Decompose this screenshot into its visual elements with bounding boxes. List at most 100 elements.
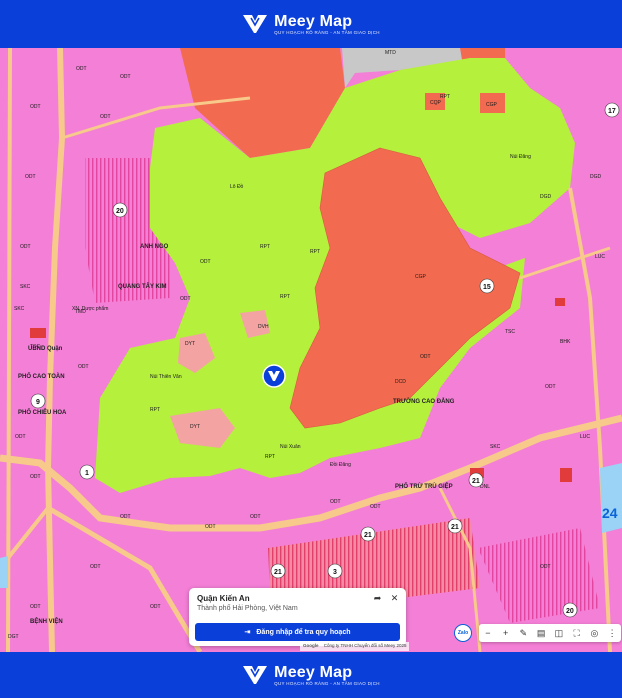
badge-21-b: 21 [451,524,459,531]
zalo-button[interactable]: Zalo [454,624,472,642]
label-odt-2: ODT [120,74,131,80]
zoom-out-icon[interactable]: − [481,627,494,640]
zone-tsc-west [30,328,46,338]
label-rpt-3: RPT [280,294,290,300]
place-nui-thien-van: Núi Thiên Văn [150,374,182,380]
place-ubnd: UBND Quận [28,346,63,352]
fullscreen-icon[interactable]: ⛶ [570,627,583,640]
brand-text: Meey Map QUY HOẠCH RÕ RÀNG - AN TÂM GIAO… [274,13,380,36]
zone-tsc-east [560,468,572,482]
brand-tagline: QUY HOẠCH RÕ RÀNG - AN TÂM GIAO DỊCH [274,29,380,35]
map-canvas[interactable]: ODT ODT ODT ODT ODT ODT SKC SKC TMD TSC … [0,48,622,652]
label-odt-17: ODT [205,524,216,530]
badge-21-c: 21 [364,532,372,539]
location-pin-icon[interactable] [262,364,286,388]
place-benh-vien: BỆNH VIỆN [30,617,63,625]
badge-24: 24 [602,505,618,521]
label-odt-12: ODT [420,354,431,360]
label-odt-9: ODT [78,364,89,370]
badge-20-a: 20 [116,208,124,215]
water-west [0,556,8,588]
zoom-in-icon[interactable]: + [499,627,512,640]
place-pho-tru-tru: PHỐ TRỪ TRÙ GIỆP [395,482,453,490]
meey-logo-icon [243,15,268,33]
label-odt-10: ODT [15,434,26,440]
label-rpt-1: RPT [260,244,270,250]
label-dgd-1: DGD [540,194,552,200]
label-odt-21: ODT [150,604,161,610]
badge-3: 3 [333,569,337,576]
label-dgd-2: DGD [590,174,602,180]
close-icon[interactable]: ✕ [389,593,400,604]
label-dyt-2: DYT [190,424,200,430]
attribution-text: Công ty TNHH Chuyển đổi số Meey 2025 [323,643,407,648]
place-nui-dang: Núi Đăng [510,154,531,160]
label-odt-1: ODT [76,66,87,72]
label-tsc-2: TSC [505,329,515,335]
label-skc-2: SKC [14,306,25,312]
label-odt-20: ODT [30,604,41,610]
label-odt-18: ODT [120,514,131,520]
place-quang-tay: QUANG TÂY KIM [118,283,167,290]
planning-map[interactable]: ODT ODT ODT ODT ODT ODT SKC SKC TMD TSC … [0,48,622,652]
label-dcd: DCD [395,379,406,385]
label-odt-19: ODT [90,564,101,570]
attribution-provider: Google [303,643,319,648]
place-doi-dang: Đồi Đăng [330,462,351,468]
label-skc-1: SKC [20,284,31,290]
label-rpt-5: RPT [265,454,275,460]
label-cgp-2: CGP [486,102,498,108]
meey-logo-icon [243,666,268,684]
label-odt-11: ODT [30,474,41,480]
app-frame: Meey Map QUY HOẠCH RÕ RÀNG - AN TÂM GIAO… [0,0,622,698]
place-xn-duoc-pham: XN. Dược phẩm [72,305,108,312]
locate-icon[interactable]: ◎ [588,627,601,640]
label-rpt-2: RPT [310,249,320,255]
brand-tagline-footer: QUY HOẠCH RÕ RÀNG - AN TÂM GIAO DỊCH [274,680,380,686]
brand-header[interactable]: Meey Map QUY HOẠCH RÕ RÀNG - AN TÂM GIAO… [242,13,380,36]
place-pho-cao-toan: PHỐ CAO TOÀN [18,373,65,380]
label-cqp-1: CQP [430,100,442,106]
brand-text-footer: Meey Map QUY HOẠCH RÕ RÀNG - AN TÂM GIAO… [274,664,380,687]
water-east [600,463,622,533]
badge-9: 9 [36,399,40,406]
footer-bar: Meey Map QUY HOẠCH RÕ RÀNG - AN TÂM GIAO… [0,652,622,698]
road-west [6,48,12,652]
badge-15: 15 [483,284,491,291]
share-icon[interactable]: ➦ [372,593,383,604]
zone-tsc-north-east [555,298,565,306]
header-bar: Meey Map QUY HOẠCH RÕ RÀNG - AN TÂM GIAO… [0,0,622,48]
draw-icon[interactable]: ✎ [517,627,530,640]
place-truong-cao-dang: TRƯỜNG CAO ĐẲNG [393,397,455,405]
place-anh-ngo: ANH NGỌ [140,244,169,250]
more-icon[interactable]: ⋮ [606,627,619,640]
badge-20-b: 20 [566,608,574,615]
location-info-card[interactable]: Quận Kiến An Thành phố Hải Phòng, Việt N… [189,588,406,646]
label-odt-14: ODT [330,499,341,505]
label-dgt: DGT [8,634,19,640]
badge-21-a: 21 [472,478,480,485]
brand-footer[interactable]: Meey Map QUY HOẠCH RÕ RÀNG - AN TÂM GIAO… [242,664,380,687]
brand-name: Meey Map [274,12,353,30]
label-odt-3: ODT [30,104,41,110]
login-icon: ⇥ [244,629,251,636]
label-bhk: BHK [560,339,571,345]
label-odt-6: ODT [20,244,31,250]
label-cgp-1: CGP [415,274,427,280]
card-actions: ➦ ✕ [372,593,400,604]
label-odt-13: ODT [545,384,556,390]
label-dnl: DNL [480,484,490,490]
place-mtd: MTD [385,50,396,56]
split-view-icon[interactable]: ◫ [552,627,565,640]
map-toolbar: − + ✎ ▤ ◫ ⛶ ◎ ⋮ [479,624,621,642]
label-odt-5: ODT [25,174,36,180]
label-dyt-1: DYT [185,341,195,347]
place-lo-do: Lô Đồ [230,184,244,190]
label-dvh: DVH [258,324,269,330]
place-nui-xuan: Núi Xuân [280,444,301,450]
location-subtitle: Thành phố Hải Phòng, Việt Nam [197,605,298,612]
label-odt-15: ODT [370,504,381,510]
login-button[interactable]: ⇥ Đăng nhập để tra quy hoạch [195,623,400,641]
badge-17: 17 [608,108,616,115]
layers-icon[interactable]: ▤ [535,627,548,640]
